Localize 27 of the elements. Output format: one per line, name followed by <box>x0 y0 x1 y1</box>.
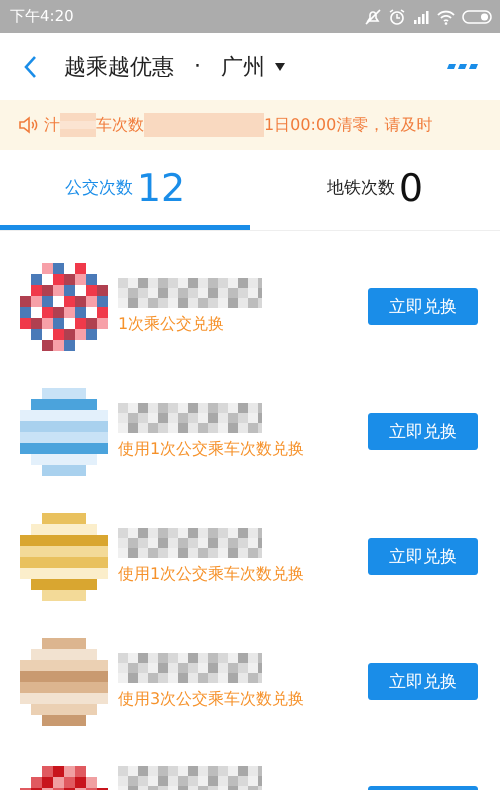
reward-condition: 使用3次公交乘车次数兑换 <box>118 689 306 710</box>
redeem-button[interactable]: 立即兑换 <box>368 413 478 450</box>
redeem-button[interactable]: 立即兑换 <box>368 538 478 575</box>
redeem-button[interactable]: 立即兑换 <box>368 663 478 700</box>
reward-condition: 使用1次公交乘车次数兑换 <box>118 564 306 585</box>
city-selector[interactable]: 广州 <box>221 52 265 82</box>
page-title: 越乘越优惠 <box>64 54 174 82</box>
reward-condition: 使用1次公交乘车次数兑换 <box>118 439 306 460</box>
redeem-button[interactable]: 立即兑换 <box>368 288 478 325</box>
speaker-icon <box>18 115 38 135</box>
notice-text: 汁 <box>44 114 60 136</box>
notice-text: 1日00:00清零，请及时 <box>264 114 432 136</box>
tab-label: 地铁次数 <box>326 177 395 199</box>
more-icon[interactable] <box>446 62 478 70</box>
status-time: 下午4:20 <box>10 7 74 26</box>
reward-condition: 1次乘公交兑换 <box>118 314 226 335</box>
blurred-text <box>60 113 96 137</box>
dropdown-icon[interactable] <box>275 62 285 70</box>
battery-icon <box>462 8 492 24</box>
wifi-icon <box>436 8 456 26</box>
tab-label: 公交次数 <box>64 177 133 199</box>
alarm-icon <box>388 8 406 26</box>
tab-count: 0 <box>398 166 424 210</box>
bell-muted-icon <box>364 8 382 26</box>
title-separator: · <box>193 54 202 79</box>
notice-text: 车次数 <box>96 114 144 136</box>
tab-count: 12 <box>136 166 186 210</box>
